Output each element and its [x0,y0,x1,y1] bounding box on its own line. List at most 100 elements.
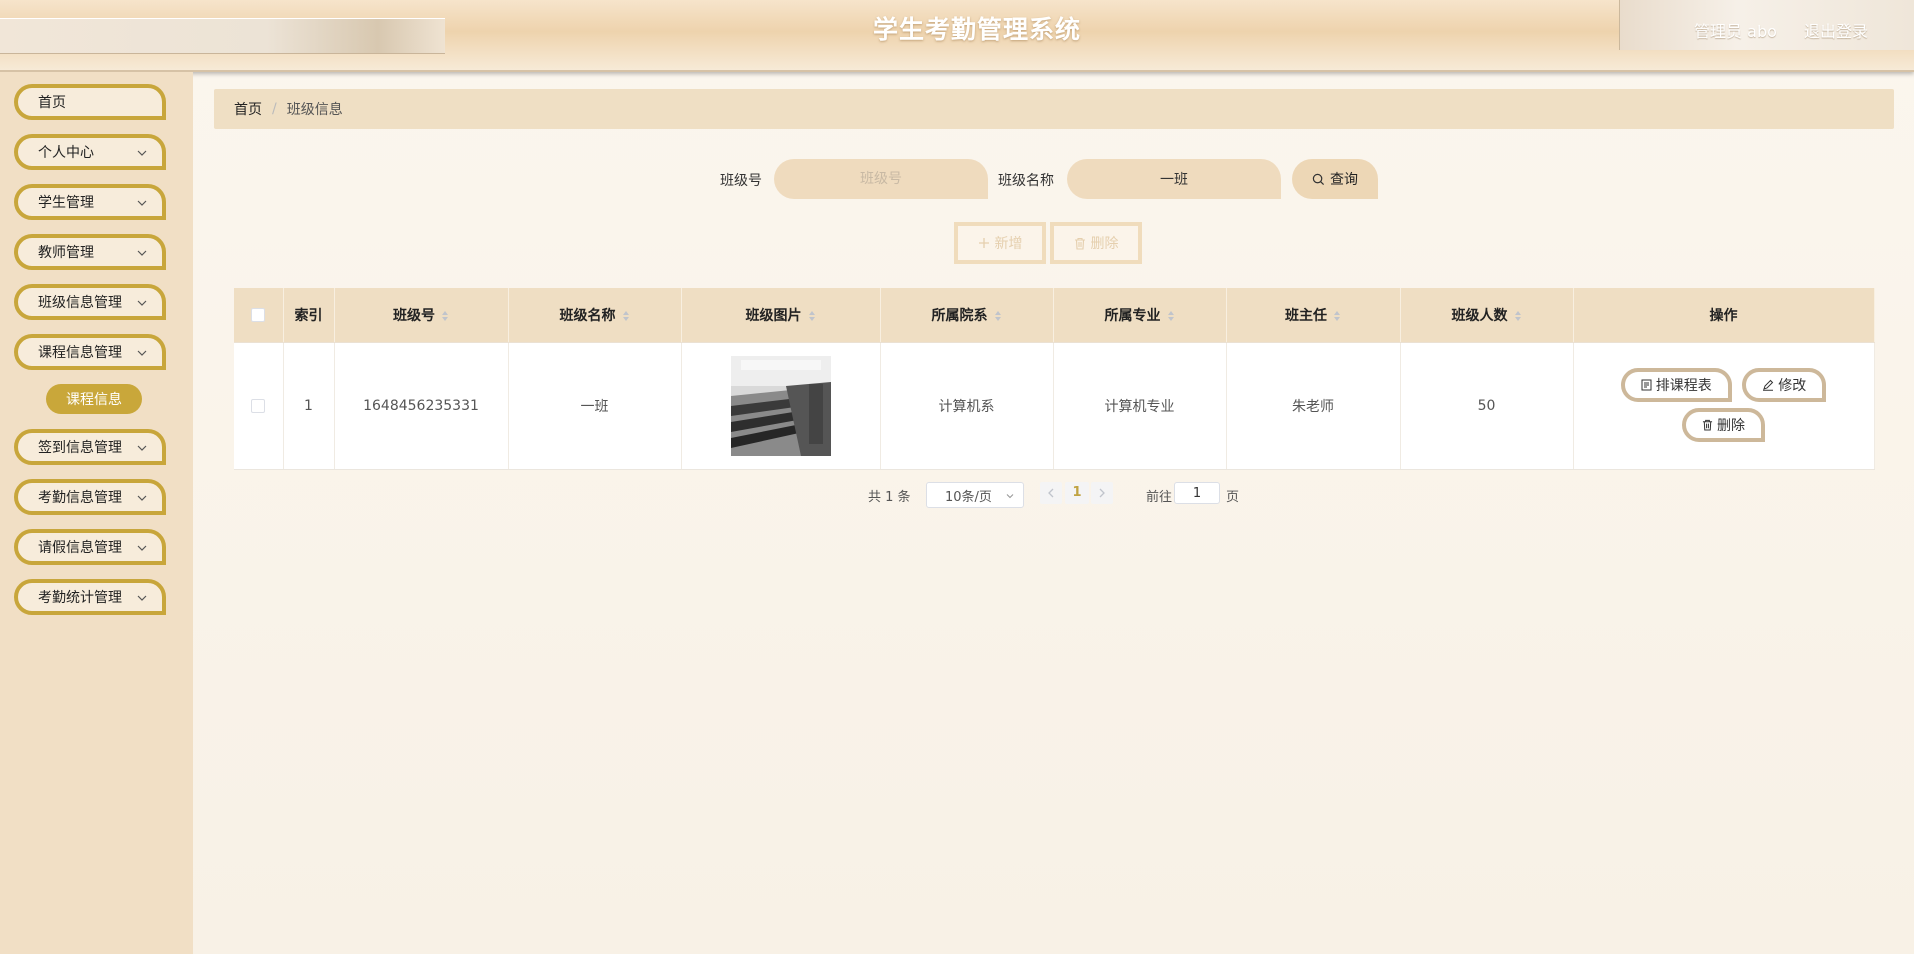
sidebar-item-label: 个人中心 [38,145,94,161]
add-button-label: 新增 [994,236,1023,252]
goto-label: 前往 [1146,490,1173,505]
class-photo-image[interactable] [730,356,831,456]
add-button[interactable]: 新增 [954,222,1046,264]
chevron-down-icon [137,250,147,256]
plus-icon [978,238,989,248]
sidebar-item-label: 签到信息管理 [38,440,122,456]
sidebar-item-attendance-statistics[interactable]: 考勤统计管理 [14,579,166,615]
sidebar-item-class-info-management[interactable]: 班级信息管理 [14,284,166,320]
sidebar-item-home[interactable]: 首页 [14,84,166,120]
chevron-down-icon [137,150,147,156]
sort-icon[interactable] [622,310,630,322]
batch-delete-button[interactable]: 删除 [1050,222,1142,264]
col-header-label: 班级名称 [559,308,616,324]
cell-head-teacher: 朱老师 [1226,342,1401,470]
top-header: 学生考勤管理系统 管理员 abo 退出登录 [0,0,1914,72]
col-header-head-teacher[interactable]: 班主任 [1226,288,1401,343]
chevron-down-icon [1006,494,1014,499]
sidebar-item-label: 课程信息管理 [38,345,122,361]
current-user-label: 管理员 abo [1694,22,1777,41]
chevron-down-icon [137,445,147,451]
col-header-label: 所属专业 [1104,308,1161,324]
edit-button-label: 修改 [1778,378,1807,394]
sort-icon[interactable] [994,310,1002,322]
col-header-index: 索引 [283,288,335,343]
chevron-right-icon [1099,488,1105,498]
class-no-input[interactable] [774,159,988,199]
row-select-cell [234,342,284,470]
table-header-row: 索引 班级号 班级名称 班级图片 所属院系 所属专业 班主任 班级人数 操作 [234,288,1875,343]
sidebar-item-course-info-management[interactable]: 课程信息管理 [14,334,166,370]
sidebar-item-label: 考勤统计管理 [38,590,122,606]
sidebar-item-label: 班级信息管理 [38,295,122,311]
page-size-select[interactable]: 10条/页 [926,482,1024,508]
pagination-total: 共 1 条 [868,490,911,505]
edit-button[interactable]: 修改 [1742,368,1827,402]
chevron-down-icon [137,595,147,601]
logout-link[interactable]: 退出登录 [1804,22,1868,41]
sidebar-item-leave-management[interactable]: 请假信息管理 [14,529,166,565]
row-delete-button[interactable]: 删除 [1682,408,1765,442]
col-header-label: 班主任 [1285,308,1327,324]
sidebar-subitem-course-info[interactable]: 课程信息 [46,384,142,414]
select-all-cell [234,288,284,343]
sort-icon[interactable] [808,310,816,322]
cell-operations: 排课程表 修改 删除 [1573,342,1875,470]
table-row: 1 1648456235331 一班 计算机系 计算机专业 朱老师 50 排课程… [234,342,1875,470]
sidebar-item-label: 首页 [38,95,66,111]
sort-icon[interactable] [1514,310,1522,322]
goto-page-input[interactable] [1174,482,1220,504]
chevron-down-icon [137,350,147,356]
cell-class-image [681,342,881,470]
col-header-label: 所属院系 [931,308,988,324]
chevron-down-icon [137,200,147,206]
sidebar-item-teacher-management[interactable]: 教师管理 [14,234,166,270]
col-header-label: 班级图片 [745,308,802,324]
chevron-down-icon [137,545,147,551]
col-header-class-image[interactable]: 班级图片 [681,288,881,343]
search-icon [1312,173,1325,185]
schedule-button-label: 排课程表 [1655,378,1712,394]
select-all-checkbox[interactable] [251,308,266,322]
col-header-major[interactable]: 所属专业 [1053,288,1227,343]
pagination: 共 1 条 10条/页 1 前往 页 [193,480,1914,510]
class-name-input[interactable] [1067,159,1281,199]
query-button[interactable]: 查询 [1292,159,1378,199]
sort-icon[interactable] [441,310,449,322]
edit-icon [1763,379,1774,391]
cell-class-name: 一班 [508,342,682,470]
cell-department: 计算机系 [880,342,1054,470]
col-header-class-no[interactable]: 班级号 [334,288,509,343]
sidebar-item-personal-center[interactable]: 个人中心 [14,134,166,170]
class-name-label: 班级名称 [998,173,1054,189]
breadcrumb-home[interactable]: 首页 [234,99,262,119]
sidebar: 首页 个人中心 学生管理 教师管理 班级信息管理 课程信息管理 课程信息 签到信… [0,72,193,954]
row-checkbox[interactable] [251,399,266,413]
chevron-left-icon [1048,488,1054,498]
sidebar-item-attendance-management[interactable]: 考勤信息管理 [14,479,166,515]
breadcrumb-current: 班级信息 [286,102,343,118]
col-header-student-count[interactable]: 班级人数 [1400,288,1574,343]
cell-major: 计算机专业 [1053,342,1227,470]
cell-class-no: 1648456235331 [334,342,509,470]
sort-icon[interactable] [1167,310,1175,322]
sidebar-item-label: 请假信息管理 [38,540,122,556]
document-icon [1641,379,1652,391]
page-size-value: 10条/页 [945,489,992,505]
prev-page-button[interactable] [1040,482,1062,504]
col-header-class-name[interactable]: 班级名称 [508,288,682,343]
main-content: 首页 / 班级信息 班级号 班级名称 查询 新增 删除 索引 [193,72,1914,954]
schedule-button[interactable]: 排课程表 [1620,368,1732,402]
sidebar-item-student-management[interactable]: 学生管理 [14,184,166,220]
breadcrumb: 首页 / 班级信息 [214,89,1894,129]
sidebar-item-label: 教师管理 [38,245,94,261]
query-button-label: 查询 [1330,172,1358,188]
trash-icon [1702,419,1713,431]
sort-icon[interactable] [1333,310,1341,322]
col-header-department[interactable]: 所属院系 [880,288,1054,343]
row-delete-button-label: 删除 [1717,418,1745,434]
trash-icon [1074,237,1085,250]
next-page-button[interactable] [1091,482,1113,504]
page-number-current[interactable]: 1 [1065,482,1089,504]
sidebar-item-checkin-management[interactable]: 签到信息管理 [14,429,166,465]
